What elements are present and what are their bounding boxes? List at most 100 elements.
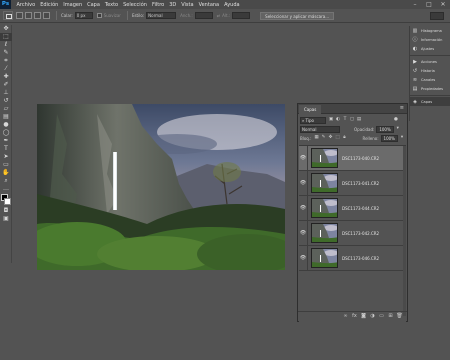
document-canvas[interactable] [37, 104, 285, 270]
eyedropper-icon[interactable]: ⁄ [0, 65, 12, 73]
adjustment-filter-icon[interactable]: ◐ [335, 117, 341, 123]
gradient-icon[interactable]: ▤ [0, 113, 12, 121]
trash-icon[interactable]: 🗑︎ [396, 313, 403, 320]
intersect-selection-icon[interactable] [43, 12, 50, 19]
lock-transparency-icon[interactable]: ▦ [313, 135, 319, 141]
lock-artboard-icon[interactable]: ⬚ [334, 135, 340, 141]
screen-mode-icon[interactable]: ▣ [0, 215, 12, 223]
healing-icon[interactable]: ✚ [0, 73, 12, 81]
menu-3d[interactable]: 3D [167, 2, 179, 8]
menu-capa[interactable]: Capa [85, 2, 103, 8]
panel-channels[interactable]: ≋ Canales [410, 75, 450, 84]
pen-icon[interactable]: ✒ [0, 137, 12, 145]
type-icon[interactable]: T [0, 145, 12, 153]
path-select-icon[interactable]: ➤ [0, 153, 12, 161]
blur-icon[interactable]: ● [0, 121, 12, 129]
lock-position-icon[interactable]: ✥ [327, 135, 333, 141]
layer-row[interactable]: 👁︎ DSC1173-044.CR2 [299, 195, 406, 221]
shape-filter-icon[interactable]: ▢ [349, 117, 355, 123]
crop-icon[interactable]: ⌗ [0, 57, 12, 65]
history-brush-icon[interactable]: ↺ [0, 97, 12, 105]
menu-edicion[interactable]: Edición [38, 2, 61, 8]
tool-preset-picker[interactable] [3, 11, 13, 20]
swap-icon[interactable]: ⇄ [217, 13, 220, 18]
panel-label: Histograma [421, 28, 442, 33]
shape-icon[interactable]: ▭ [0, 161, 12, 169]
panel-layers[interactable]: ◈ Capas [410, 97, 450, 106]
adjustment-layer-icon[interactable]: ◑ [369, 313, 376, 320]
layer-row[interactable]: 👁︎ DSC1173-040.CR2 [299, 145, 406, 171]
maximize-button[interactable]: □ [422, 0, 436, 9]
panel-adjustments[interactable]: ◐ Ajustes [410, 44, 450, 53]
zoom-icon[interactable]: ⌕ [0, 177, 12, 185]
menu-ayuda[interactable]: Ayuda [222, 2, 242, 8]
panel-info[interactable]: ⓘ Información [410, 35, 450, 44]
brush-icon[interactable]: ✐ [0, 81, 12, 89]
panel-histogram[interactable]: ▥ Histograma [410, 26, 450, 35]
new-selection-icon[interactable] [16, 12, 23, 19]
layers-scrollbar[interactable] [403, 146, 406, 316]
menu-vista[interactable]: Vista [179, 2, 196, 8]
eraser-icon[interactable]: ▱ [0, 105, 12, 113]
hand-icon[interactable]: ✋ [0, 169, 12, 177]
layer-row[interactable]: 👁︎ DSC1173-041.CR2 [299, 170, 406, 196]
visibility-eye-icon[interactable]: 👁︎ [299, 145, 308, 171]
panel-properties[interactable]: ▤ Propiedades [410, 84, 450, 93]
minimize-button[interactable]: – [408, 0, 422, 9]
visibility-eye-icon[interactable]: 👁︎ [299, 170, 308, 196]
layer-row[interactable]: 👁︎ DSC1173-042.CR2 [299, 220, 406, 246]
color-swatches[interactable] [0, 193, 12, 207]
feather-input[interactable]: 0 px [74, 12, 93, 19]
visibility-eye-icon[interactable]: 👁︎ [299, 220, 308, 246]
tab-capas[interactable]: Capas [299, 105, 322, 114]
panel-actions[interactable]: ▶ Acciones [410, 57, 450, 66]
background-color[interactable] [4, 198, 11, 205]
panel-menu-icon[interactable]: ≡ [400, 105, 404, 111]
opacity-input[interactable]: 100% [376, 125, 394, 133]
photoshop-logo: Ps [0, 0, 11, 9]
move-icon[interactable]: ✥ [0, 25, 12, 33]
link-layers-icon[interactable]: ∞ [342, 313, 349, 320]
visibility-eye-icon[interactable]: 👁︎ [299, 195, 308, 221]
quick-mask-icon[interactable]: ◘ [0, 207, 12, 215]
close-button[interactable]: ✕ [436, 0, 450, 9]
menu-texto[interactable]: Texto [102, 2, 120, 8]
lock-image-icon[interactable]: ✎ [320, 135, 326, 141]
antialias-checkbox[interactable] [96, 13, 102, 18]
menu-seleccion[interactable]: Selección [121, 2, 150, 8]
style-select[interactable]: Normal [146, 12, 177, 19]
stamp-icon[interactable]: ⊥ [0, 89, 12, 97]
panel-history[interactable]: ↺ Historia [410, 66, 450, 75]
filter-toggle-icon[interactable]: ● [393, 117, 399, 123]
smart-object-filter-icon[interactable]: ▤ [356, 117, 362, 123]
chevron-down-icon[interactable]: ▾ [395, 126, 401, 132]
add-mask-icon[interactable]: ◙ [360, 313, 367, 320]
workspace-select[interactable] [430, 12, 444, 20]
menu-archivo[interactable]: Archivo [14, 2, 38, 8]
layer-style-icon[interactable]: fx [351, 313, 358, 320]
filter-kind-select[interactable]: ⌕ Tipo [300, 116, 326, 124]
select-and-mask-button[interactable]: Seleccionar y aplicar máscara... [260, 11, 335, 20]
marquee-icon[interactable]: ⬚ [0, 33, 12, 41]
dodge-icon[interactable]: ◯ [0, 129, 12, 137]
add-selection-icon[interactable] [25, 12, 32, 19]
subtract-selection-icon[interactable] [34, 12, 41, 19]
lasso-icon[interactable]: ℓ [0, 41, 12, 49]
height-input[interactable] [232, 12, 251, 19]
blend-mode-select[interactable]: Normal [300, 125, 340, 133]
chevron-down-icon[interactable]: ▾ [399, 135, 405, 141]
type-filter-icon[interactable]: T [342, 117, 348, 123]
fill-input[interactable]: 100% [380, 134, 398, 142]
menu-imagen[interactable]: Imagen [61, 2, 85, 8]
menu-ventana[interactable]: Ventana [196, 2, 222, 8]
more-icon[interactable]: … [0, 185, 12, 193]
quick-select-icon[interactable]: ✎ [0, 49, 12, 57]
new-group-icon[interactable]: ▭ [378, 313, 385, 320]
layer-row[interactable]: 👁︎ DSC1173-046.CR2 [299, 245, 406, 271]
visibility-eye-icon[interactable]: 👁︎ [299, 245, 308, 271]
new-layer-icon[interactable]: ⊞ [387, 313, 394, 320]
width-input[interactable] [194, 12, 213, 19]
menu-filtro[interactable]: Filtro [149, 2, 166, 8]
pixel-filter-icon[interactable]: ▣ [328, 117, 334, 123]
lock-all-icon[interactable]: 🔒︎ [341, 135, 347, 141]
